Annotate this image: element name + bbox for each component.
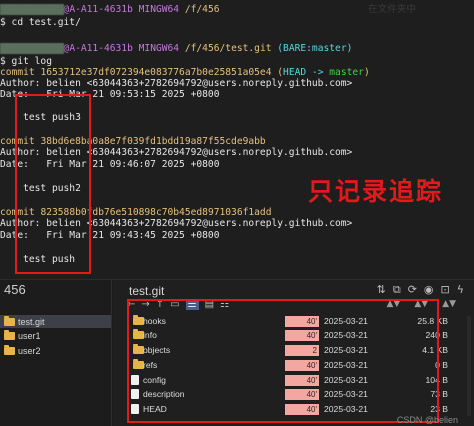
background-blur-text: 在文件夹中	[368, 4, 416, 15]
tree-item-label: user1	[18, 330, 41, 341]
sort-size-icon[interactable]: ▲▼	[442, 299, 456, 309]
parent-folder-title: 456	[4, 282, 26, 297]
folder-icon	[4, 315, 15, 326]
ref-arrow: ->	[311, 67, 324, 78]
current-folder-title: test.git	[129, 284, 165, 298]
watermark: CSDN @belien	[396, 415, 458, 425]
cwd-path: /f/456/test.git	[184, 43, 272, 54]
refresh-icon[interactable]: ⟳	[408, 283, 417, 297]
flash-icon[interactable]: ϟ	[457, 283, 464, 297]
sort-icon[interactable]: ⇅	[377, 283, 386, 297]
folder-icon	[4, 329, 15, 340]
mingw-label: MINGW64	[138, 4, 180, 15]
tree-item-user1[interactable]: user1	[0, 329, 111, 342]
mingw-label: MINGW64	[138, 43, 180, 54]
blurred-username: zhongbelien	[0, 4, 64, 15]
head-ref: HEAD	[283, 67, 307, 78]
prompt-line-2: zhongbelien@A-A11-4631b MINGW64 /f/456/t…	[0, 43, 352, 54]
master-ref: master	[329, 67, 364, 78]
branch-label: (BARE:master)	[277, 43, 353, 54]
terminal-icon[interactable]: ⊡	[441, 283, 450, 297]
commit-label: commit	[0, 67, 35, 78]
command-git-log: $ git log	[0, 56, 52, 67]
copy-path-icon[interactable]: ⧉	[393, 283, 401, 297]
host: @A-A11-4631b	[63, 43, 133, 54]
host: @A-A11-4631b	[63, 4, 133, 15]
vertical-scrollbar[interactable]	[467, 316, 471, 416]
cwd-path: /f/456	[184, 4, 220, 15]
blurred-username: zhongbelien	[0, 43, 64, 54]
highlight-box-file-list	[127, 299, 439, 423]
ref-close: )	[363, 67, 370, 78]
highlight-box-commit-messages	[15, 94, 91, 274]
folder-tree-pane: 456 test.git user1 user2	[0, 280, 112, 426]
tree-item-user2[interactable]: user2	[0, 344, 111, 357]
folder-icon	[4, 344, 15, 355]
annotation-text: 只记录追踪	[308, 177, 444, 206]
prompt-line-1: zhongbelien@A-A11-4631b MINGW64 /f/456	[0, 4, 220, 15]
commit-hash: 1653712e37df072394e083776a7b0e25851a05e4	[40, 67, 272, 78]
tree-item-label: test.git	[18, 316, 45, 327]
tree-item-test-git[interactable]: test.git	[0, 315, 111, 328]
toolbar: ⇅ ⧉ ⟳ ◉ ⊡ ϟ	[377, 283, 464, 297]
author-line-1: Author: belien <63044363+2782694792@user…	[0, 78, 353, 89]
tree-item-label: user2	[18, 345, 41, 356]
terminal-window[interactable]: zhongbelien@A-A11-4631b MINGW64 /f/456 $…	[0, 0, 474, 282]
command-cd: $ cd test.git/	[0, 17, 81, 28]
view-icon[interactable]: ◉	[424, 283, 434, 297]
commit-line-1: commit 1653712e37df072394e083776a7b0e258…	[0, 67, 370, 78]
